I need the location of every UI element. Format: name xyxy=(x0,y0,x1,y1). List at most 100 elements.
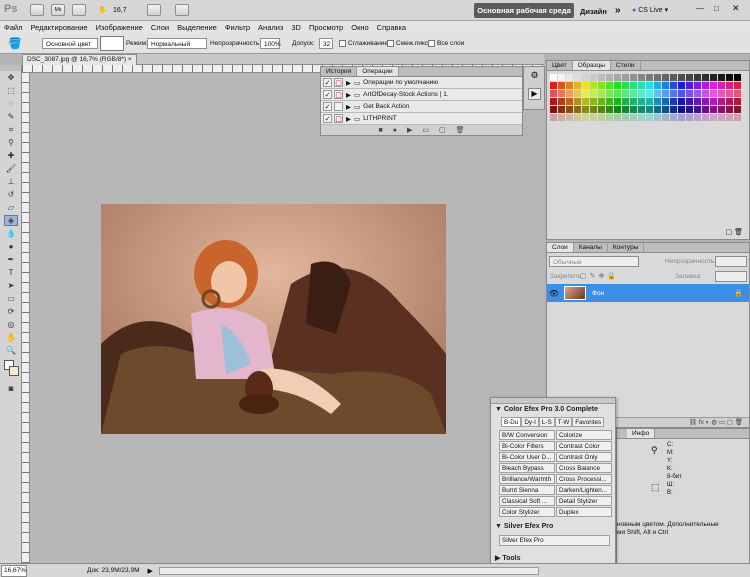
color-swatch[interactable] xyxy=(678,106,685,113)
color-swatch[interactable] xyxy=(630,74,637,81)
color-swatch[interactable] xyxy=(558,106,565,113)
lasso-tool-icon[interactable]: ◌ xyxy=(4,98,18,109)
all-layers-checkbox[interactable]: Все слои xyxy=(428,40,464,47)
color-swatch[interactable] xyxy=(630,90,637,97)
3d-rotate-tool-icon[interactable]: ⟳ xyxy=(4,306,18,317)
color-swatch[interactable] xyxy=(662,74,669,81)
filter-bleach-bypass[interactable]: Bleach Bypass xyxy=(499,463,555,473)
color-swatch[interactable] xyxy=(638,98,645,105)
color-swatch[interactable] xyxy=(734,114,741,121)
color-swatch[interactable] xyxy=(718,82,725,89)
filter-duplex[interactable]: Duplex xyxy=(556,507,612,517)
color-swatch[interactable] xyxy=(558,114,565,121)
document-close-icon[interactable]: × xyxy=(128,55,132,65)
color-swatch[interactable] xyxy=(614,74,621,81)
color-swatch[interactable] xyxy=(726,114,733,121)
color-swatch[interactable] xyxy=(654,98,661,105)
color-swatch[interactable] xyxy=(638,106,645,113)
quick-select-tool-icon[interactable]: ✎ xyxy=(4,111,18,122)
color-swatch[interactable] xyxy=(726,90,733,97)
color-swatch[interactable] xyxy=(718,74,725,81)
color-swatch[interactable] xyxy=(694,98,701,105)
stop-icon[interactable]: ■ xyxy=(379,127,383,134)
eyedropper-tool-icon[interactable]: ⚲ xyxy=(4,137,18,148)
color-swatch[interactable] xyxy=(686,90,693,97)
menu-3d[interactable]: 3D xyxy=(287,21,305,34)
color-swatch[interactable] xyxy=(718,106,725,113)
color-swatch[interactable] xyxy=(582,82,589,89)
history-brush-tool-icon[interactable]: ↺ xyxy=(4,189,18,200)
bridge-icon[interactable] xyxy=(30,4,44,16)
color-swatch[interactable] xyxy=(702,82,709,89)
filter-darken-lighten[interactable]: Darken/Lighten... xyxy=(556,485,612,495)
opacity-input[interactable]: 100% xyxy=(260,38,281,49)
expand-icon[interactable]: ▶ xyxy=(346,115,351,123)
paint-bucket-tool-icon[interactable]: 🪣 xyxy=(8,37,22,50)
menu-analysis[interactable]: Анализ xyxy=(254,21,287,34)
action-toggle-icon[interactable]: ✓ xyxy=(323,114,332,123)
hand-tool-icon[interactable]: ✋ xyxy=(4,332,18,343)
color-swatch[interactable] xyxy=(694,114,701,121)
filter-bicolor[interactable]: Bi-Color Filters xyxy=(499,441,555,451)
action-toggle-icon[interactable]: ✓ xyxy=(323,102,332,111)
toolbox-grip[interactable] xyxy=(0,65,21,71)
tolerance-input[interactable]: 32 xyxy=(319,38,333,49)
brush-tool-icon[interactable]: 🖌 xyxy=(4,163,18,174)
tab-styles[interactable]: Стили xyxy=(611,61,641,70)
color-swatch[interactable] xyxy=(662,106,669,113)
color-swatch[interactable] xyxy=(694,74,701,81)
efex-tab-favorites[interactable]: Favorites xyxy=(572,417,605,427)
marquee-tool-icon[interactable]: ⬚ xyxy=(4,85,18,96)
color-swatch[interactable] xyxy=(558,74,565,81)
filter-detail-stylizer[interactable]: Detail Stylizer xyxy=(556,496,612,506)
action-set-row[interactable]: ✓ ▢ ▶ ▭ ArtOfDecay-Stock Actions | 1. xyxy=(321,89,522,101)
color-swatch[interactable] xyxy=(550,114,557,121)
color-swatch[interactable] xyxy=(614,82,621,89)
expand-icon[interactable]: ▶ xyxy=(346,91,351,99)
tab-layers[interactable]: Слои xyxy=(547,243,574,252)
color-swatch[interactable] xyxy=(574,90,581,97)
color-swatch[interactable] xyxy=(710,106,717,113)
color-swatch[interactable] xyxy=(622,82,629,89)
status-zoom-input[interactable]: 16,67% xyxy=(1,564,27,577)
color-swatch[interactable] xyxy=(694,90,701,97)
color-swatch[interactable] xyxy=(646,106,653,113)
color-swatch[interactable] xyxy=(614,90,621,97)
color-swatch[interactable] xyxy=(550,106,557,113)
move-tool-icon[interactable]: ✥ xyxy=(4,72,18,83)
color-swatch[interactable] xyxy=(654,74,661,81)
color-swatch[interactable] xyxy=(638,114,645,121)
record-icon[interactable]: ● xyxy=(393,127,397,134)
quick-mask-icon[interactable]: ◙ xyxy=(4,383,18,394)
color-swatch[interactable] xyxy=(630,106,637,113)
color-swatch[interactable] xyxy=(726,98,733,105)
filter-cross-balance[interactable]: Cross Balance xyxy=(556,463,612,473)
color-swatch[interactable] xyxy=(678,98,685,105)
more-workspaces[interactable]: » xyxy=(615,5,621,16)
path-select-tool-icon[interactable]: ➤ xyxy=(4,280,18,291)
type-tool-icon[interactable]: T xyxy=(4,267,18,278)
color-swatch[interactable] xyxy=(590,114,597,121)
color-swatch[interactable] xyxy=(598,98,605,105)
color-swatch[interactable] xyxy=(686,106,693,113)
color-swatch[interactable] xyxy=(654,114,661,121)
color-swatch[interactable] xyxy=(718,114,725,121)
menu-select[interactable]: Выделение xyxy=(173,21,221,34)
color-swatch[interactable] xyxy=(734,82,741,89)
color-swatch[interactable] xyxy=(686,74,693,81)
color-swatch[interactable] xyxy=(702,114,709,121)
horizontal-scrollbar[interactable] xyxy=(158,566,539,575)
color-swatch[interactable] xyxy=(606,98,613,105)
color-swatch[interactable] xyxy=(694,82,701,89)
color-swatch[interactable] xyxy=(638,90,645,97)
color-swatch[interactable] xyxy=(574,106,581,113)
grid-icon[interactable] xyxy=(72,4,86,16)
delete-icon[interactable]: 🗑 xyxy=(456,126,465,134)
color-swatch[interactable] xyxy=(574,82,581,89)
healing-tool-icon[interactable]: ✚ xyxy=(4,150,18,161)
color-swatch[interactable] xyxy=(726,106,733,113)
color-swatch[interactable] xyxy=(622,114,629,121)
tab-channels[interactable]: Каналы xyxy=(574,243,608,252)
filter-classical-soft[interactable]: Classical Soft ... xyxy=(499,496,555,506)
color-swatch[interactable] xyxy=(702,98,709,105)
